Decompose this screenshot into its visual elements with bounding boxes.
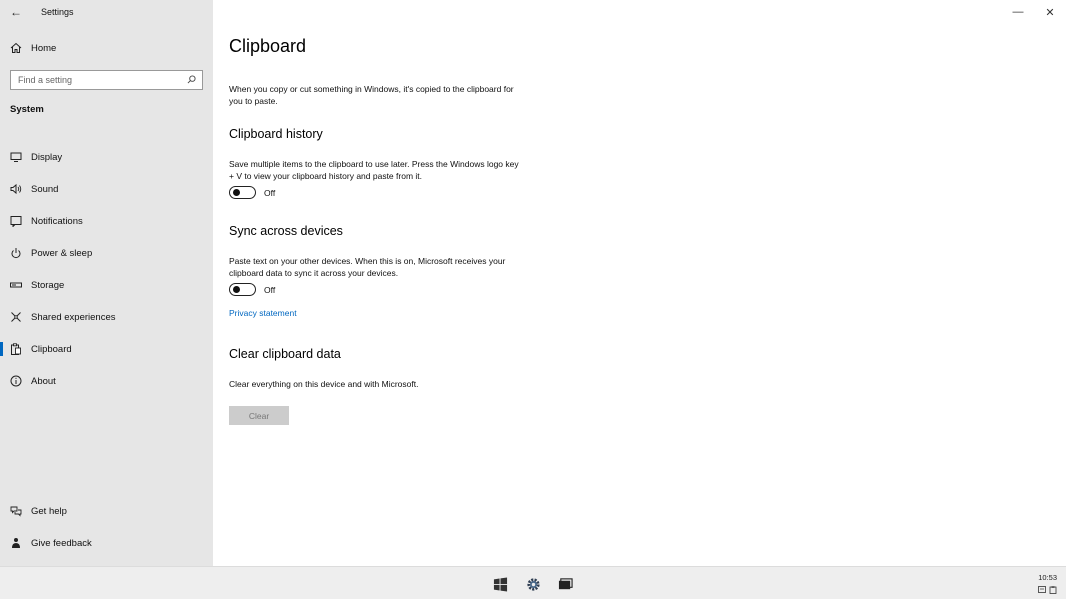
sidebar-item-label: Notifications [31,215,83,227]
section-title: System [10,104,44,115]
sidebar: ← Settings Home System Display Sound [0,0,213,566]
history-description: Save multiple items to the clipboard to … [229,159,519,181]
sync-heading: Sync across devices [229,224,343,238]
sidebar-item-notifications[interactable]: Notifications [0,205,213,237]
sidebar-item-clipboard[interactable]: Clipboard [0,333,213,365]
message-icon [10,215,22,227]
toggle-knob [233,189,240,196]
history-toggle-row: Off [229,186,275,199]
sidebar-item-label: Get help [31,505,67,517]
sidebar-item-label: Shared experiences [31,311,116,323]
power-icon [10,247,22,259]
windows-start-icon[interactable] [492,576,508,592]
window-controls: — ✕ [1002,0,1066,24]
clear-description: Clear everything on this device and with… [229,379,419,389]
info-icon [10,375,22,387]
clear-heading: Clear clipboard data [229,347,341,361]
sidebar-item-label: Give feedback [31,537,92,549]
clear-button[interactable]: Clear [229,406,289,425]
sidebar-item-display[interactable]: Display [0,141,213,173]
history-heading: Clipboard history [229,127,323,141]
content-pane: — ✕ Clipboard When you copy or cut somet… [213,0,1066,566]
taskbar: 10:53 [0,566,1066,599]
privacy-statement-link[interactable]: Privacy statement [229,308,297,318]
history-toggle-state: Off [264,187,276,198]
sidebar-item-storage[interactable]: Storage [0,269,213,301]
title-bar: ← Settings [0,0,213,24]
sidebar-item-get-help[interactable]: Get help [0,495,213,527]
sidebar-item-label: Sound [31,183,59,195]
search-input[interactable] [18,75,178,85]
home-link[interactable]: Home [10,40,56,56]
storage-icon [10,279,22,291]
clipboard-icon [10,343,22,355]
sidebar-item-label: Display [31,151,63,163]
sync-toggle[interactable] [229,283,256,296]
search-icon[interactable] [187,71,196,89]
sync-description: Paste text on your other devices. When t… [229,256,506,278]
shared-icon [10,311,22,323]
feedback-icon [10,537,22,549]
help-icon [10,505,22,517]
speaker-icon [10,183,22,195]
system-tray [1038,586,1057,594]
intro-text: When you copy or cut something in Window… [229,84,514,106]
sidebar-item-power-sleep[interactable]: Power & sleep [0,237,213,269]
close-button[interactable]: ✕ [1034,0,1066,24]
sidebar-item-give-feedback[interactable]: Give feedback [0,527,213,559]
sidebar-item-label: Storage [31,279,65,291]
sidebar-item-label: About [31,375,56,387]
sidebar-item-label: Clipboard [31,343,72,355]
clock[interactable]: 10:53 [1038,573,1057,582]
monitor-icon [10,151,22,163]
sync-toggle-state: Off [264,284,276,295]
sidebar-item-sound[interactable]: Sound [0,173,213,205]
clipboard-tray-icon[interactable] [1049,586,1057,594]
action-center-icon[interactable] [1038,586,1046,594]
sync-toggle-row: Off [229,283,275,296]
home-icon [10,42,22,54]
search-box[interactable] [10,70,203,90]
toggle-knob [233,286,240,293]
sidebar-item-shared-experiences[interactable]: Shared experiences [0,301,213,333]
minimize-button[interactable]: — [1002,0,1034,24]
settings-gear-icon[interactable] [525,576,541,592]
task-view-icon[interactable] [557,576,573,592]
nav-list: Display Sound Notifications Power & slee… [0,141,213,397]
history-toggle[interactable] [229,186,256,199]
back-button[interactable]: ← [0,0,32,24]
sidebar-footer: Get help Give feedback [0,495,213,559]
sidebar-item-about[interactable]: About [0,365,213,397]
app-title: Settings [41,7,74,17]
page-title: Clipboard [229,36,307,56]
sidebar-item-label: Power & sleep [31,247,93,259]
home-label: Home [31,42,57,54]
